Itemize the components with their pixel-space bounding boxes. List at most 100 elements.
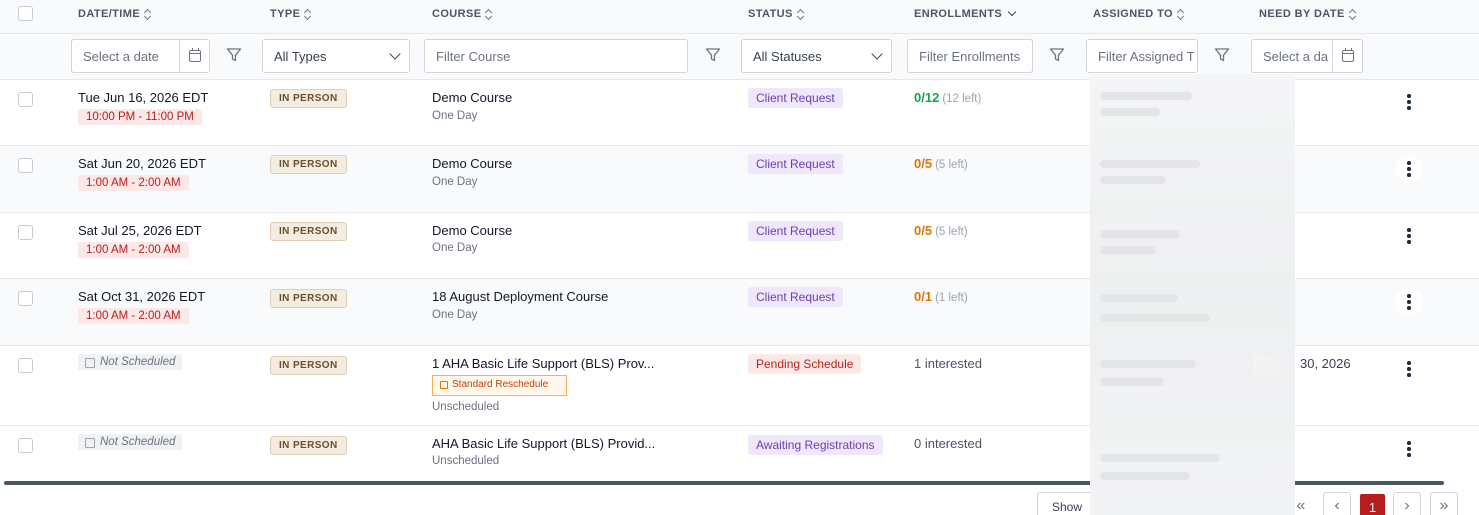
need-by-date: 30, 2026 — [1300, 356, 1351, 371]
column-label: ENROLLMENTS — [914, 8, 1003, 20]
sort-icon — [797, 9, 805, 19]
status-badge: Awaiting Registrations — [748, 435, 883, 455]
page-size-label: Show — [1052, 500, 1083, 514]
table-header: DATE/TIME TYPE COURSE STATUS ENROLLMENTS… — [0, 0, 1479, 80]
enrollment-count: 0/5 (5 left) — [914, 156, 968, 171]
row-checkbox[interactable] — [18, 291, 33, 306]
status-badge: Client Request — [748, 88, 843, 108]
enrollment-ratio: 0/1 — [914, 289, 933, 304]
sort-icon — [144, 9, 152, 19]
course-schedule-state: Unscheduled — [432, 455, 500, 467]
calendar-icon — [85, 358, 95, 368]
column-header-assigned-to[interactable]: ASSIGNED TO — [1093, 8, 1185, 20]
sort-icon — [304, 9, 312, 19]
row-actions-menu-icon[interactable] — [1395, 155, 1423, 183]
status-filter-value: All Statuses — [753, 48, 822, 64]
enrollment-remaining: (1 left) — [935, 292, 968, 304]
type-filter-select[interactable]: All Types — [262, 39, 410, 73]
interested-count: 0 interested — [914, 436, 982, 451]
course-name[interactable]: Demo Course — [432, 156, 512, 171]
assigned-filter-placeholder: Filter Assigned T — [1098, 48, 1195, 64]
need-by-date-filter-input[interactable]: Select a da — [1251, 39, 1363, 73]
filter-icon[interactable] — [226, 47, 242, 63]
column-header-enrollments[interactable]: ENROLLMENTS — [914, 7, 1017, 20]
column-label: COURSE — [432, 8, 482, 20]
column-header-type[interactable]: TYPE — [270, 8, 312, 20]
status-badge: Client Request — [748, 221, 843, 241]
status-badge: Client Request — [748, 287, 843, 307]
row-checkbox[interactable] — [18, 358, 33, 373]
next-page-button[interactable]: › — [1393, 492, 1421, 515]
row-actions-menu-icon[interactable] — [1395, 288, 1423, 316]
row-date: Sat Oct 31, 2026 EDT — [78, 289, 206, 304]
column-header-need-by-date[interactable]: NEED BY DATE — [1259, 8, 1357, 20]
calendar-icon — [1341, 48, 1354, 62]
course-name[interactable]: 1 AHA Basic Life Support (BLS) Prov... — [432, 356, 654, 371]
select-all-checkbox[interactable] — [18, 6, 33, 21]
type-badge: IN PERSON — [270, 436, 347, 455]
column-label: STATUS — [748, 8, 793, 20]
column-header-course[interactable]: COURSE — [432, 8, 493, 20]
course-duration: One Day — [432, 176, 478, 188]
type-badge: IN PERSON — [270, 289, 347, 308]
row-checkbox[interactable] — [18, 92, 33, 107]
row-time-badge: 1:00 AM - 2:00 AM — [78, 242, 189, 258]
calendar-icon — [188, 48, 201, 62]
row-actions-menu-icon[interactable] — [1395, 435, 1423, 463]
prev-page-button[interactable]: ‹ — [1323, 492, 1351, 515]
course-duration: One Day — [432, 242, 478, 254]
not-scheduled-label: Not Scheduled — [100, 436, 176, 448]
current-page-button[interactable]: 1 — [1360, 494, 1385, 515]
course-name[interactable]: Demo Course — [432, 90, 512, 105]
type-badge: IN PERSON — [270, 222, 347, 241]
reschedule-label: Standard Reschedule — [452, 379, 549, 390]
enrollment-count: 0/5 (5 left) — [914, 223, 968, 238]
course-schedule-state: Unscheduled — [432, 401, 500, 413]
column-label: ASSIGNED TO — [1093, 8, 1173, 20]
filter-icon[interactable] — [705, 47, 721, 63]
calendar-icon — [440, 381, 448, 389]
row-actions-menu-icon[interactable] — [1395, 355, 1423, 383]
status-badge: Client Request — [748, 154, 843, 174]
row-date: Tue Jun 16, 2026 EDT — [78, 90, 209, 105]
type-badge: IN PERSON — [270, 89, 347, 108]
column-header-status[interactable]: STATUS — [748, 8, 805, 20]
column-label: NEED BY DATE — [1259, 8, 1345, 20]
date-filter-input[interactable]: Select a date — [71, 39, 210, 73]
filter-icon[interactable] — [1214, 47, 1230, 63]
course-duration: One Day — [432, 110, 478, 122]
date-picker-button[interactable] — [1332, 40, 1362, 72]
filter-icon[interactable] — [1049, 47, 1065, 63]
sort-icon — [1349, 9, 1357, 19]
row-checkbox[interactable] — [18, 158, 33, 173]
enrollments-filter-input[interactable]: Filter Enrollments — [907, 39, 1033, 73]
sort-icon — [1177, 9, 1185, 19]
row-time-badge: 1:00 AM - 2:00 AM — [78, 308, 189, 324]
row-checkbox[interactable] — [18, 225, 33, 240]
course-filter-input[interactable]: Filter Course — [424, 39, 688, 73]
column-label: TYPE — [270, 8, 301, 20]
date-filter-placeholder: Select a date — [83, 48, 159, 64]
row-date: Sat Jun 20, 2026 EDT — [78, 156, 206, 171]
calendar-icon — [85, 438, 95, 448]
row-actions-menu-icon[interactable] — [1395, 88, 1423, 116]
chevron-down-icon — [389, 48, 401, 60]
course-filter-placeholder: Filter Course — [436, 48, 511, 64]
row-time-badge: 1:00 AM - 2:00 AM — [78, 175, 189, 191]
enrollment-remaining: (5 left) — [935, 159, 968, 171]
type-filter-value: All Types — [274, 48, 327, 64]
course-name[interactable]: 18 August Deployment Course — [432, 289, 608, 304]
row-checkbox[interactable] — [18, 438, 33, 453]
last-page-button[interactable]: » — [1430, 492, 1458, 515]
course-name[interactable]: AHA Basic Life Support (BLS) Provid... — [432, 436, 655, 451]
assigned-filter-input[interactable]: Filter Assigned T — [1086, 39, 1198, 73]
row-actions-menu-icon[interactable] — [1395, 222, 1423, 250]
course-name[interactable]: Demo Course — [432, 223, 512, 238]
column-header-row: DATE/TIME TYPE COURSE STATUS ENROLLMENTS… — [0, 0, 1479, 34]
row-date: Sat Jul 25, 2026 EDT — [78, 223, 202, 238]
status-filter-select[interactable]: All Statuses — [741, 39, 892, 73]
type-badge: IN PERSON — [270, 155, 347, 174]
column-header-datetime[interactable]: DATE/TIME — [78, 8, 152, 20]
type-badge: IN PERSON — [270, 356, 347, 375]
date-picker-button[interactable] — [179, 40, 209, 72]
